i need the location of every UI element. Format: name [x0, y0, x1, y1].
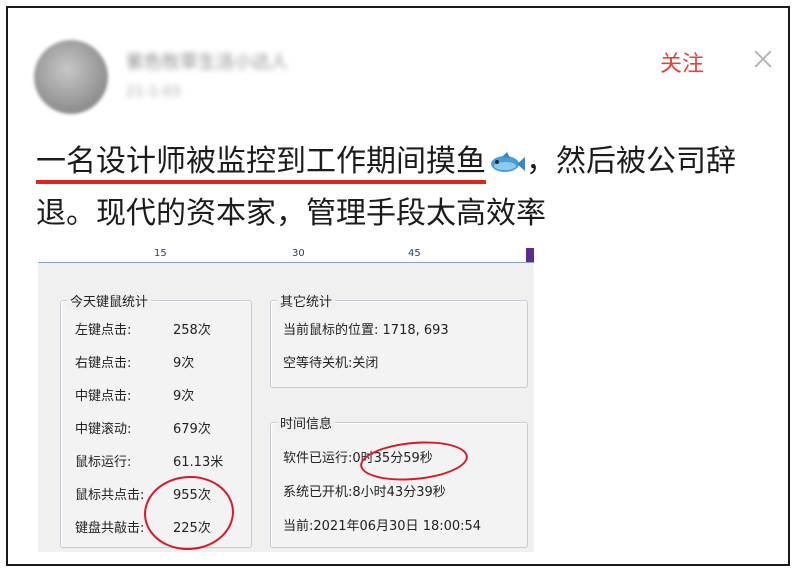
stat-row: 中键点击: 9次	[75, 389, 195, 404]
time-info-group: 时间信息 软件已运行:0时35分59秒 系统已开机:8小时43分39秒 当前:2…	[270, 413, 528, 548]
stat-row: 空等待关机:关闭	[283, 356, 379, 371]
stat-row: 左键点击: 258次	[75, 323, 211, 338]
post-card: 紫色牧草生活小达人 21-1-03 关注 一名设计师被监控到工作期间摸鱼 ，然后被…	[6, 6, 790, 566]
stats-other-title: 其它统计	[277, 291, 336, 310]
stat-row: 右键点击: 9次	[75, 356, 195, 371]
highlighted-text: 一名设计师被监控到工作期间摸鱼	[36, 144, 526, 179]
post-text: 一名设计师被监控到工作期间摸鱼 ，然后被公司辞 退。现代的资本家，管理手段太高效率	[36, 136, 776, 240]
ruler-end	[526, 248, 534, 262]
stat-row: 当前:2021年06月30日 18:00:54	[283, 519, 482, 534]
ruler: 15 30 45	[38, 248, 534, 263]
post-text-rest: ，然后被公司辞	[526, 144, 736, 179]
post-text-line2: 退。现代的资本家，管理手段太高效率	[36, 196, 546, 231]
stat-row: 鼠标运行: 61.13米	[75, 455, 224, 470]
username[interactable]: 紫色牧草生活小达人	[126, 48, 302, 70]
stat-row: 系统已开机:8小时43分39秒	[283, 485, 446, 500]
stats-today-title: 今天键鼠统计	[67, 291, 152, 310]
stat-row: 中键滚动: 679次	[75, 422, 211, 437]
avatar[interactable]	[34, 40, 108, 114]
close-icon[interactable]	[750, 46, 776, 72]
screenshot-image: 15 30 45 今天键鼠统计 左键点击: 258次 右键点击: 9次 中键点击: 9…	[38, 248, 534, 552]
stats-other-group: 其它统计 当前鼠标的位置: 1718, 693 空等待关机:关闭	[270, 291, 528, 388]
stat-row: 鼠标共点击: 955次	[75, 488, 211, 503]
post-time: 21-1-03	[126, 84, 181, 100]
ruler-mark: 45	[408, 248, 421, 259]
stat-row: 当前鼠标的位置: 1718, 693	[283, 323, 449, 338]
fish-emoji-icon	[491, 151, 525, 172]
ruler-mark: 15	[154, 248, 167, 259]
stat-row: 键盘共敲击: 225次	[75, 521, 211, 536]
time-info-title: 时间信息	[277, 413, 336, 432]
ruler-mark: 30	[292, 248, 305, 259]
follow-button[interactable]: 关注	[660, 46, 704, 78]
